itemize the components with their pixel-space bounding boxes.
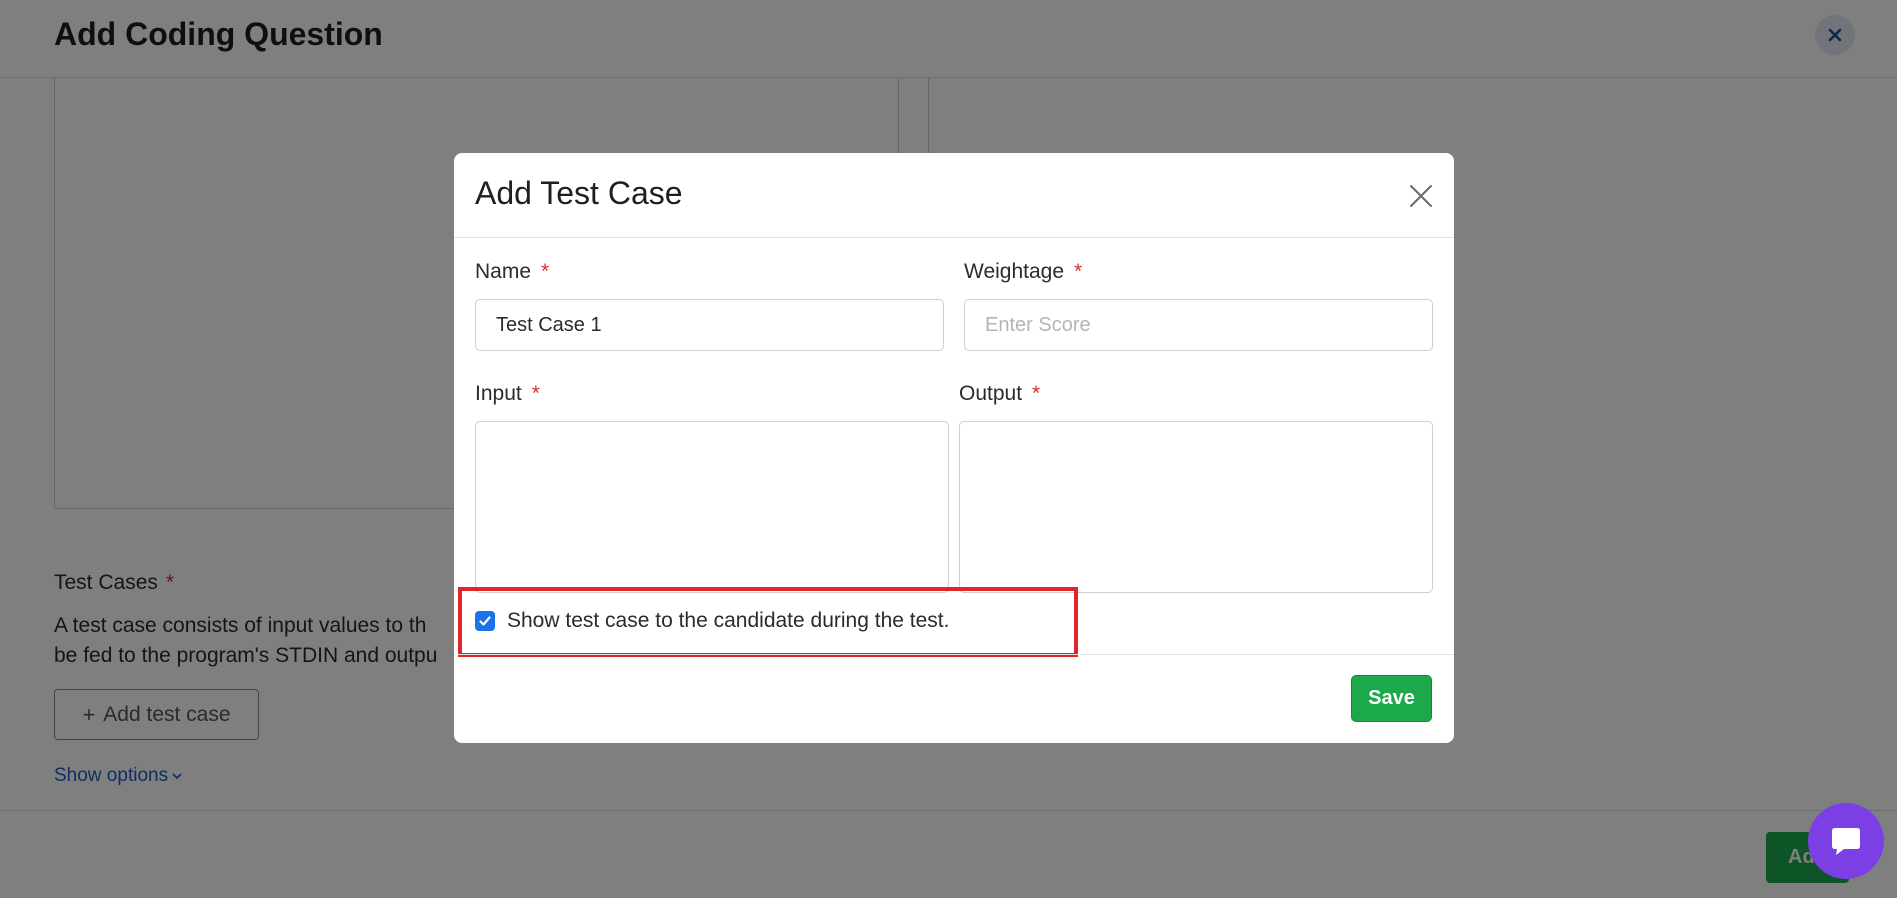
modal-close-button[interactable] — [1406, 181, 1436, 211]
output-label: Output * — [959, 382, 1041, 405]
input-textarea[interactable] — [475, 421, 949, 593]
chat-widget-button[interactable] — [1808, 803, 1884, 879]
name-label: Name * — [475, 260, 550, 283]
name-input[interactable] — [475, 299, 944, 351]
output-textarea[interactable] — [959, 421, 1433, 593]
modal-header: Add Test Case — [454, 153, 1454, 238]
modal-title: Add Test Case — [475, 175, 683, 211]
modal-footer — [454, 654, 1454, 743]
save-button[interactable]: Save — [1351, 675, 1432, 722]
weightage-input[interactable] — [964, 299, 1433, 351]
chat-icon — [1832, 828, 1860, 855]
weightage-label: Weightage * — [964, 260, 1083, 283]
add-test-case-modal: Add Test Case Name* Weightage* Input* Ou… — [454, 153, 1454, 743]
close-icon — [1410, 185, 1432, 207]
input-label: Input * — [475, 382, 540, 405]
highlight-annotation — [458, 587, 1078, 657]
